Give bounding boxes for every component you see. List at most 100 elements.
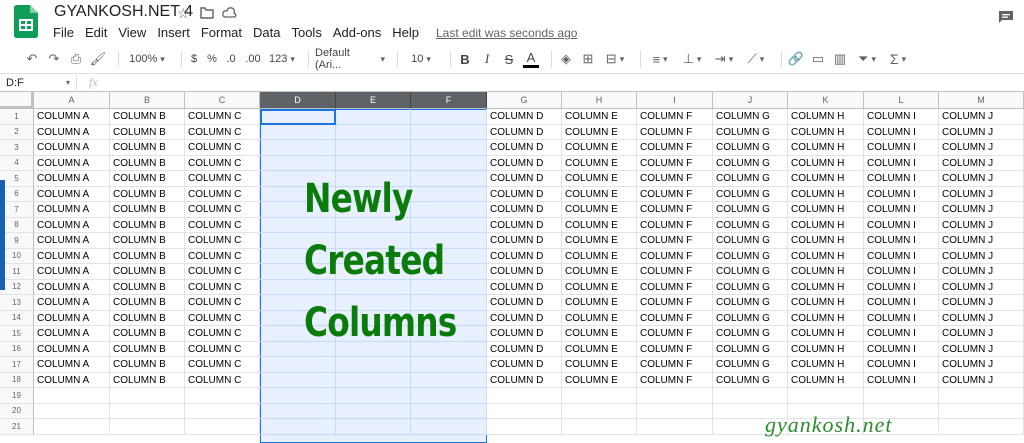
cell[interactable]: COLUMN A (34, 310, 110, 326)
cell[interactable]: COLUMN D (487, 357, 562, 373)
cell[interactable]: COLUMN B (110, 155, 185, 171)
cell[interactable]: COLUMN B (110, 233, 185, 249)
cell[interactable]: COLUMN C (185, 357, 260, 373)
row-header[interactable]: 6 (0, 186, 34, 202)
cell[interactable]: COLUMN J (939, 310, 1024, 326)
sheets-logo-icon[interactable] (14, 5, 38, 38)
cell[interactable]: COLUMN I (864, 171, 939, 187)
cell[interactable]: COLUMN F (637, 264, 713, 280)
cell[interactable]: COLUMN F (637, 186, 713, 202)
percent-button[interactable]: % (206, 49, 218, 69)
cell[interactable]: COLUMN A (34, 202, 110, 218)
cell[interactable]: COLUMN I (864, 155, 939, 171)
cell[interactable] (562, 388, 637, 404)
menu-addons[interactable]: Add-ons (333, 25, 381, 41)
row-header[interactable]: 19 (0, 388, 34, 404)
font-size-select[interactable]: 10 (404, 49, 438, 69)
cell[interactable]: COLUMN B (110, 124, 185, 140)
currency-button[interactable]: $ (188, 49, 200, 69)
cell[interactable]: COLUMN A (34, 357, 110, 373)
cell[interactable]: COLUMN G (713, 140, 788, 156)
text-wrapping-icon[interactable]: ⇥ (711, 49, 737, 69)
cell[interactable]: COLUMN I (864, 233, 939, 249)
cell[interactable]: COLUMN E (562, 186, 637, 202)
document-title[interactable]: GYANKOSH.NET 4 (54, 3, 193, 21)
cell[interactable]: COLUMN A (34, 217, 110, 233)
row-header[interactable]: 5 (0, 171, 34, 187)
cell[interactable]: COLUMN H (788, 109, 864, 125)
column-header-e[interactable]: E (336, 92, 411, 109)
cell[interactable]: COLUMN B (110, 186, 185, 202)
cell[interactable]: COLUMN B (110, 295, 185, 311)
column-header-g[interactable]: G (487, 92, 562, 109)
cell[interactable]: COLUMN G (713, 217, 788, 233)
cell[interactable] (34, 403, 110, 419)
column-header-c[interactable]: C (185, 92, 260, 109)
cell[interactable]: COLUMN D (487, 264, 562, 280)
row-header[interactable]: 10 (0, 248, 34, 264)
row-header[interactable]: 3 (0, 140, 34, 156)
cell[interactable] (110, 419, 185, 435)
cell[interactable] (185, 403, 260, 419)
cell[interactable]: COLUMN D (487, 217, 562, 233)
cell[interactable]: COLUMN A (34, 326, 110, 342)
row-header[interactable]: 7 (0, 202, 34, 218)
cell[interactable]: COLUMN C (185, 310, 260, 326)
cell[interactable]: COLUMN G (713, 124, 788, 140)
cell[interactable] (336, 388, 411, 404)
cell[interactable]: COLUMN F (637, 171, 713, 187)
cell[interactable]: COLUMN I (864, 186, 939, 202)
cell[interactable]: COLUMN G (713, 186, 788, 202)
column-header-k[interactable]: K (788, 92, 864, 109)
cell[interactable]: COLUMN B (110, 171, 185, 187)
cell[interactable]: COLUMN D (487, 372, 562, 388)
cell[interactable]: COLUMN C (185, 248, 260, 264)
cell[interactable]: COLUMN J (939, 248, 1024, 264)
column-header-j[interactable]: J (713, 92, 788, 109)
cell[interactable]: COLUMN I (864, 248, 939, 264)
cell[interactable] (336, 403, 411, 419)
cell[interactable]: COLUMN C (185, 109, 260, 125)
cell[interactable] (487, 419, 562, 435)
cell[interactable]: COLUMN H (788, 279, 864, 295)
cell[interactable]: COLUMN C (185, 171, 260, 187)
cell[interactable] (110, 388, 185, 404)
cell[interactable] (336, 109, 411, 125)
cell[interactable]: COLUMN E (562, 310, 637, 326)
row-header[interactable]: 16 (0, 341, 34, 357)
cell[interactable]: COLUMN A (34, 140, 110, 156)
cell[interactable] (336, 357, 411, 373)
cell[interactable]: COLUMN E (562, 248, 637, 264)
cell[interactable]: COLUMN E (562, 264, 637, 280)
cell[interactable]: COLUMN H (788, 326, 864, 342)
strikethrough-button[interactable]: S (501, 49, 517, 69)
cell[interactable]: COLUMN F (637, 155, 713, 171)
cell[interactable]: COLUMN C (185, 326, 260, 342)
cell[interactable]: COLUMN I (864, 124, 939, 140)
cell[interactable]: COLUMN B (110, 310, 185, 326)
cell[interactable] (260, 403, 336, 419)
cell[interactable]: COLUMN I (864, 326, 939, 342)
cell[interactable]: COLUMN F (637, 217, 713, 233)
cell[interactable]: COLUMN D (487, 155, 562, 171)
borders-icon[interactable]: ⊞ (580, 49, 596, 69)
cell[interactable]: COLUMN D (487, 140, 562, 156)
cell[interactable]: COLUMN E (562, 109, 637, 125)
side-panel-handle[interactable] (0, 180, 5, 290)
column-header-a[interactable]: A (34, 92, 110, 109)
cell[interactable]: COLUMN D (487, 295, 562, 311)
cell[interactable] (637, 388, 713, 404)
cell[interactable]: COLUMN D (487, 124, 562, 140)
cell[interactable]: COLUMN J (939, 279, 1024, 295)
cell[interactable] (939, 419, 1024, 435)
cell[interactable] (411, 388, 487, 404)
cell[interactable]: COLUMN F (637, 202, 713, 218)
cell[interactable] (260, 388, 336, 404)
cell[interactable]: COLUMN C (185, 202, 260, 218)
cell[interactable]: COLUMN D (487, 341, 562, 357)
cell[interactable]: COLUMN F (637, 233, 713, 249)
cell[interactable]: COLUMN G (713, 357, 788, 373)
insert-comment-icon[interactable]: ▭ (810, 49, 826, 69)
horizontal-align-icon[interactable]: ≡ (647, 49, 673, 69)
cell[interactable]: COLUMN G (713, 233, 788, 249)
